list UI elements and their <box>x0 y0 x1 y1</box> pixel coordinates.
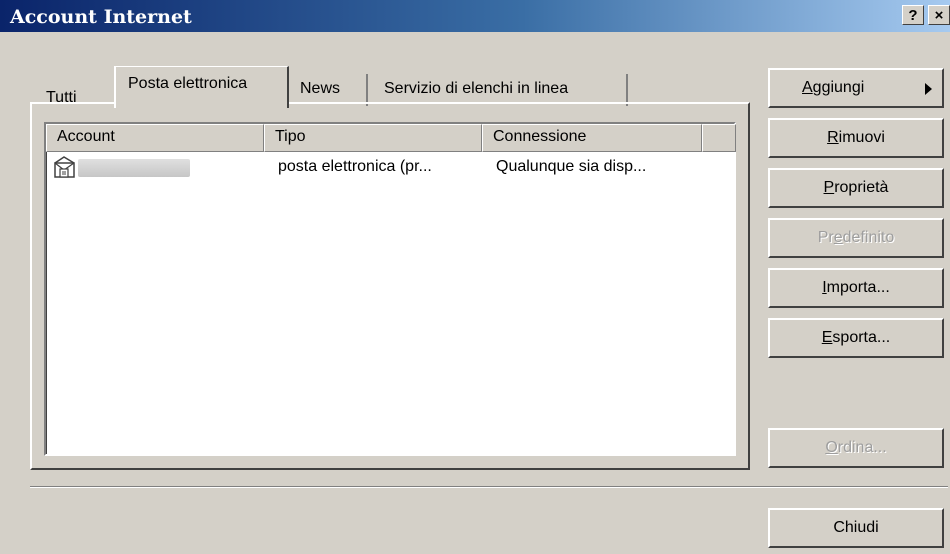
import-button[interactable]: Importa... <box>768 268 944 308</box>
mail-account-icon <box>52 155 80 181</box>
column-header-connessione[interactable]: Connessione <box>482 124 702 152</box>
close-window-button[interactable]: × <box>928 5 950 25</box>
column-header-filler <box>702 124 736 152</box>
tab-posta-elettronica[interactable]: Posta elettronica <box>114 66 289 108</box>
close-button[interactable]: Chiudi <box>768 508 944 548</box>
window-title: Account Internet <box>10 6 192 28</box>
column-header-tipo[interactable]: Tipo <box>264 124 482 152</box>
set-default-button[interactable]: Predefinito <box>768 218 944 258</box>
remove-button[interactable]: Rimuovi <box>768 118 944 158</box>
add-button[interactable]: Aggiungi <box>768 68 944 108</box>
list-item[interactable]: posta elettronica (pr... Qualunque sia d… <box>46 152 736 182</box>
export-button[interactable]: Esporta... <box>768 318 944 358</box>
column-header-account[interactable]: Account <box>46 124 264 152</box>
title-bar[interactable]: Account Internet ? × <box>0 0 950 32</box>
submenu-arrow-icon <box>925 83 932 95</box>
account-name-redacted <box>78 159 190 177</box>
account-connection: Qualunque sia disp... <box>496 158 647 175</box>
help-button[interactable]: ? <box>902 5 924 25</box>
order-button[interactable]: Ordina... <box>768 428 944 468</box>
properties-button[interactable]: Proprietà <box>768 168 944 208</box>
account-type: posta elettronica (pr... <box>278 158 432 175</box>
accounts-list[interactable]: Account Tipo Connessione posta elettroni… <box>44 122 736 456</box>
separator <box>30 486 948 488</box>
